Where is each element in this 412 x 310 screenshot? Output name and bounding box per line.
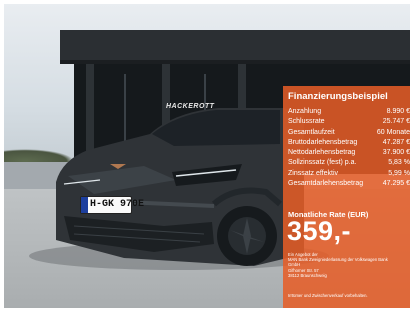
row-value: 37.900 € bbox=[382, 149, 410, 157]
financing-row: Gesamtlaufzeit 60 Monate bbox=[288, 128, 410, 138]
row-value: 47.287 € bbox=[382, 138, 410, 146]
row-value: 5,99 % bbox=[388, 169, 410, 177]
eu-band bbox=[81, 197, 88, 213]
row-label: Sollzinssatz (fest) p.a. bbox=[288, 159, 357, 167]
row-label: Gesamtdarlehensbetrag bbox=[288, 180, 364, 188]
row-value: 8.990 € bbox=[386, 108, 410, 115]
financing-row: Anzahlung 8.990 € bbox=[288, 107, 410, 117]
fineprint-line: 38112 Braunschweig bbox=[288, 272, 327, 278]
row-label: Nettodarlehensbetrag bbox=[288, 149, 356, 157]
financing-row: Sollzinssatz (fest) p.a. 5,83 % bbox=[288, 158, 410, 168]
row-label: Anzahlung bbox=[288, 108, 322, 115]
financing-table: Anzahlung 8.990 € Schlussrate 25.747 € Ges… bbox=[288, 107, 410, 189]
row-label: Zinssatz effektiv bbox=[288, 169, 339, 177]
monthly-rate-value: 359,- bbox=[287, 216, 352, 246]
row-value: 47.295 € bbox=[382, 180, 410, 188]
row-value: 25.747 € bbox=[382, 118, 410, 126]
financing-row: Zinssatz effektiv 5,99 % bbox=[288, 169, 410, 179]
financing-row: Gesamtdarlehensbetrag 47.295 € bbox=[288, 179, 410, 189]
financing-row: Schlussrate 25.747 € bbox=[288, 117, 410, 127]
license-plate: H-GK 970E bbox=[80, 196, 144, 214]
row-value: 60 Monate bbox=[376, 128, 410, 136]
panel-title: Finanzierungsbeispiel bbox=[288, 91, 388, 102]
windshield bbox=[152, 110, 280, 146]
row-label: Schlussrate bbox=[288, 118, 325, 126]
lender-fineprint: Ein Angebot der MAN Bank Zweigniederlass… bbox=[288, 252, 408, 278]
financing-row: Nettodarlehensbetrag 37.900 € bbox=[288, 148, 410, 158]
row-label: Gesamtlaufzeit bbox=[288, 128, 335, 136]
ad-image: HACKEROTT H-GK 970E Finanzierungsbeispie… bbox=[4, 4, 410, 308]
row-label: Bruttodarlehensbetrag bbox=[288, 138, 358, 146]
license-plate-text: H-GK 970E bbox=[90, 199, 145, 210]
financing-row: Bruttodarlehensbetrag 47.287 € bbox=[288, 138, 410, 148]
disclaimer-footnote: Irrtümer und Zwischenverkauf vorbehalten… bbox=[288, 293, 368, 298]
financing-panel: Finanzierungsbeispiel Anzahlung 8.990 € S… bbox=[283, 86, 410, 308]
row-value: 5,83 % bbox=[388, 159, 410, 167]
